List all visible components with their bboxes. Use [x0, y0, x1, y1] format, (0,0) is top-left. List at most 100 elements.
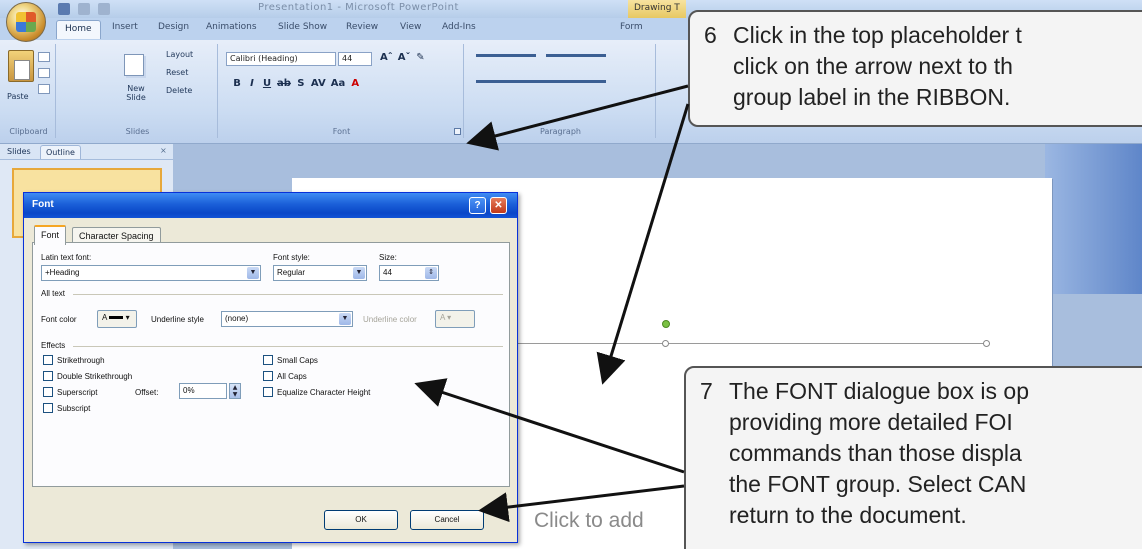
equalize-height-checkbox[interactable]: Equalize Character Height: [263, 387, 370, 397]
size-combo[interactable]: 44 ⇕: [379, 265, 439, 281]
undo-icon[interactable]: [78, 3, 90, 15]
underline-style-combo[interactable]: (none) ▼: [221, 311, 353, 327]
tab-outline[interactable]: Outline: [40, 145, 81, 159]
char-spacing-icon[interactable]: AV: [311, 78, 326, 89]
divider: [73, 346, 503, 347]
font-format-buttons: B I U ab S AV Aa A: [232, 78, 360, 89]
chevron-down-icon[interactable]: ▼: [247, 267, 259, 279]
format-painter-icon[interactable]: [38, 84, 50, 94]
subscript-checkbox[interactable]: Subscript: [43, 403, 90, 413]
superscript-checkbox[interactable]: Superscript: [43, 387, 97, 397]
italic-icon[interactable]: I: [247, 78, 257, 89]
paste-icon[interactable]: [8, 50, 34, 82]
contextual-tab-drawing-tools[interactable]: Drawing T: [628, 0, 686, 18]
clipboard-group: Paste Clipboard: [2, 44, 56, 138]
all-caps-checkbox[interactable]: All Caps: [263, 371, 307, 381]
callout-step-7: 7 The FONT dialogue box is op providing …: [684, 366, 1142, 549]
font-color-label: Font color: [41, 315, 77, 324]
font-color-icon[interactable]: A: [350, 78, 360, 89]
spin-icon[interactable]: ⇕: [425, 267, 437, 279]
clear-format-icon[interactable]: ✎: [416, 52, 426, 63]
slides-pane-tabs: Slides Outline ×: [0, 144, 173, 160]
reset-button[interactable]: Reset: [166, 68, 188, 77]
tab-view[interactable]: View: [400, 22, 421, 32]
new-slide-icon[interactable]: [124, 54, 144, 76]
grow-shrink-buttons: Aˆ Aˇ ✎: [380, 52, 426, 63]
rotate-handle[interactable]: [662, 320, 670, 328]
save-icon[interactable]: [58, 3, 70, 15]
bold-icon[interactable]: B: [232, 78, 242, 89]
size-value: 44: [383, 268, 392, 277]
tab-insert[interactable]: Insert: [112, 22, 138, 32]
latin-font-label: Latin text font:: [41, 253, 92, 262]
quick-access-toolbar: [58, 3, 110, 15]
layout-button[interactable]: Layout: [166, 50, 193, 59]
clipboard-group-label: Clipboard: [9, 127, 48, 136]
chevron-down-icon[interactable]: ▼: [339, 313, 351, 325]
resize-handle[interactable]: [983, 340, 990, 347]
alignment-icon[interactable]: [476, 80, 606, 83]
shrink-font-icon[interactable]: Aˇ: [398, 52, 411, 63]
small-caps-checkbox[interactable]: Small Caps: [263, 355, 318, 365]
strikethrough-checkbox[interactable]: Strikethrough: [43, 355, 105, 365]
grow-font-icon[interactable]: Aˆ: [380, 52, 393, 63]
office-button[interactable]: [6, 2, 46, 42]
underline-style-value: (none): [225, 314, 249, 323]
cut-icon[interactable]: [38, 52, 50, 62]
tab-slide-show[interactable]: Slide Show: [278, 22, 327, 32]
offset-spin-icon[interactable]: ▲ ▼: [229, 383, 241, 399]
tab-font[interactable]: Font: [34, 225, 67, 245]
divider: [73, 294, 503, 295]
tab-slides[interactable]: Slides: [2, 145, 36, 158]
underline-icon[interactable]: U: [262, 78, 272, 89]
chevron-down-icon[interactable]: ▼: [353, 267, 365, 279]
font-style-combo[interactable]: Regular ▼: [273, 265, 367, 281]
help-icon[interactable]: ?: [469, 197, 486, 214]
tab-add-ins[interactable]: Add-Ins: [442, 22, 476, 32]
double-strikethrough-checkbox[interactable]: Double Strikethrough: [43, 371, 132, 381]
font-style-label: Font style:: [273, 253, 310, 262]
redo-icon[interactable]: [98, 3, 110, 15]
subtitle-placeholder[interactable]: Click to add: [534, 509, 644, 533]
size-label: Size:: [379, 253, 397, 262]
all-text-label: All text: [41, 289, 66, 298]
font-dialog: Font ? ✕ Font Character Spacing Latin te…: [23, 192, 518, 543]
screenshot-stage: Presentation1 - Microsoft PowerPoint Dra…: [0, 0, 1142, 549]
font-dialog-launcher-icon[interactable]: [454, 128, 461, 135]
indent-icon[interactable]: [546, 54, 606, 57]
tab-home[interactable]: Home: [56, 20, 101, 39]
slides-group: New Slide Layout Reset Delete Slides: [58, 44, 218, 138]
new-slide-button[interactable]: New Slide: [118, 84, 154, 102]
ok-button[interactable]: OK: [324, 510, 398, 530]
font-name-box[interactable]: Calibri (Heading): [226, 52, 336, 66]
office-logo-icon: [16, 12, 36, 32]
font-color-button[interactable]: A ▾: [97, 310, 137, 328]
close-icon[interactable]: ×: [160, 146, 167, 155]
dialog-title: Font: [32, 199, 54, 210]
delete-button[interactable]: Delete: [166, 86, 192, 95]
underline-color-button[interactable]: A ▾: [435, 310, 475, 328]
change-case-icon[interactable]: Aa: [331, 78, 346, 89]
window-accent: [1045, 144, 1142, 294]
resize-handle[interactable]: [662, 340, 669, 347]
bullets-icon[interactable]: [476, 54, 536, 57]
cancel-button[interactable]: Cancel: [410, 510, 484, 530]
offset-input[interactable]: 0%: [179, 383, 227, 399]
tab-animations[interactable]: Animations: [206, 22, 257, 32]
callout-number: 6: [704, 22, 717, 48]
slides-group-label: Slides: [125, 127, 150, 136]
callout-number: 7: [700, 378, 713, 404]
font-group-label: Font: [332, 127, 351, 136]
font-style-value: Regular: [277, 268, 306, 277]
tab-design[interactable]: Design: [158, 22, 189, 32]
underline-color-label: Underline color: [363, 315, 417, 324]
tab-format[interactable]: Form: [620, 22, 643, 32]
strikethrough-icon[interactable]: ab: [277, 78, 291, 89]
shadow-icon[interactable]: S: [296, 78, 306, 89]
tab-review[interactable]: Review: [346, 22, 378, 32]
font-size-box[interactable]: 44: [338, 52, 372, 66]
copy-icon[interactable]: [38, 68, 50, 78]
close-icon[interactable]: ✕: [490, 197, 507, 214]
latin-font-combo[interactable]: +Heading ▼: [41, 265, 261, 281]
paste-button[interactable]: Paste: [7, 92, 29, 101]
